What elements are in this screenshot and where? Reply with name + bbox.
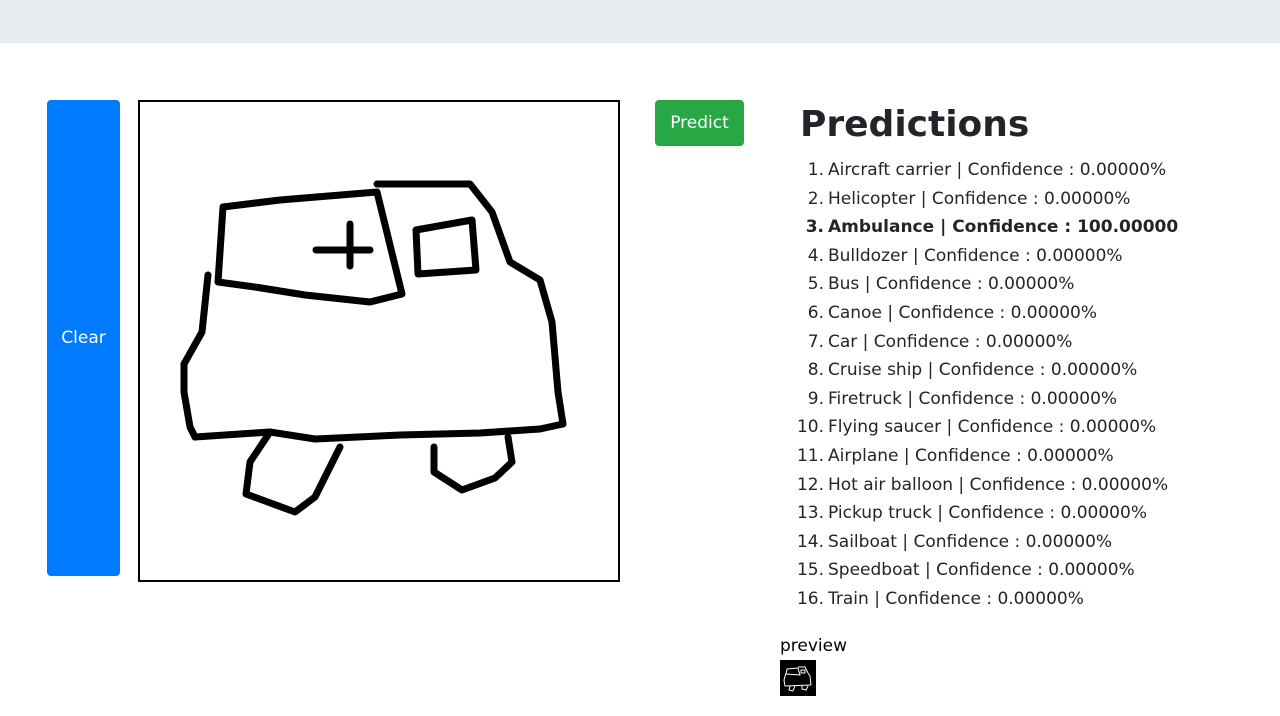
prediction-item: 9. Firetruck | Confidence : 0.00000%: [807, 388, 1118, 409]
top-navbar: [0, 0, 1280, 43]
prediction-item: 10. Flying saucer | Confidence : 0.00000%: [796, 417, 1157, 438]
prediction-item: 1. Aircraft carrier | Confidence : 0.0000…: [807, 160, 1167, 180]
preview-sketch: [783, 666, 812, 692]
drawing-canvas[interactable]: [138, 100, 620, 582]
prediction-item: 15. Speedboat | Confidence : 0.00000%: [796, 560, 1135, 581]
prediction-item: 7. Car | Confidence : 0.00000%: [807, 331, 1073, 352]
prediction-item: 4. Bulldozer | Confidence : 0.00000%: [807, 245, 1123, 266]
clear-button[interactable]: Clear: [47, 100, 120, 576]
preview-label: preview: [780, 636, 848, 656]
prediction-item: 12. Hot air balloon | Confidence : 0.0000…: [796, 474, 1169, 495]
prediction-item: 2. Helicopter | Confidence : 0.00000%: [807, 188, 1131, 209]
prediction-item: 14. Sailboat | Confidence : 0.00000%: [796, 531, 1113, 552]
prediction-item: 11. Airplane | Confidence : 0.00000%: [796, 445, 1114, 466]
prediction-item: 13. Pickup truck | Confidence : 0.00000%: [796, 503, 1147, 524]
predictions-list: 1. Aircraft carrier | Confidence : 0.0000…: [780, 156, 1178, 614]
predict-button[interactable]: Predict: [655, 100, 744, 146]
prediction-item: 8. Cruise ship | Confidence : 0.00000%: [807, 360, 1138, 381]
predictions-heading: Predictions: [800, 104, 1030, 145]
prediction-item: 16. Train | Confidence : 0.00000%: [796, 588, 1084, 609]
prediction-item: 6. Canoe | Confidence : 0.00000%: [807, 302, 1098, 323]
prediction-item: 5. Bus | Confidence : 0.00000%: [807, 274, 1075, 295]
prediction-item-top: 3. Ambulance | Confidence : 100.00000: [805, 217, 1179, 238]
sketch-drawing: [180, 180, 567, 516]
preview-thumbnail: [780, 660, 816, 696]
